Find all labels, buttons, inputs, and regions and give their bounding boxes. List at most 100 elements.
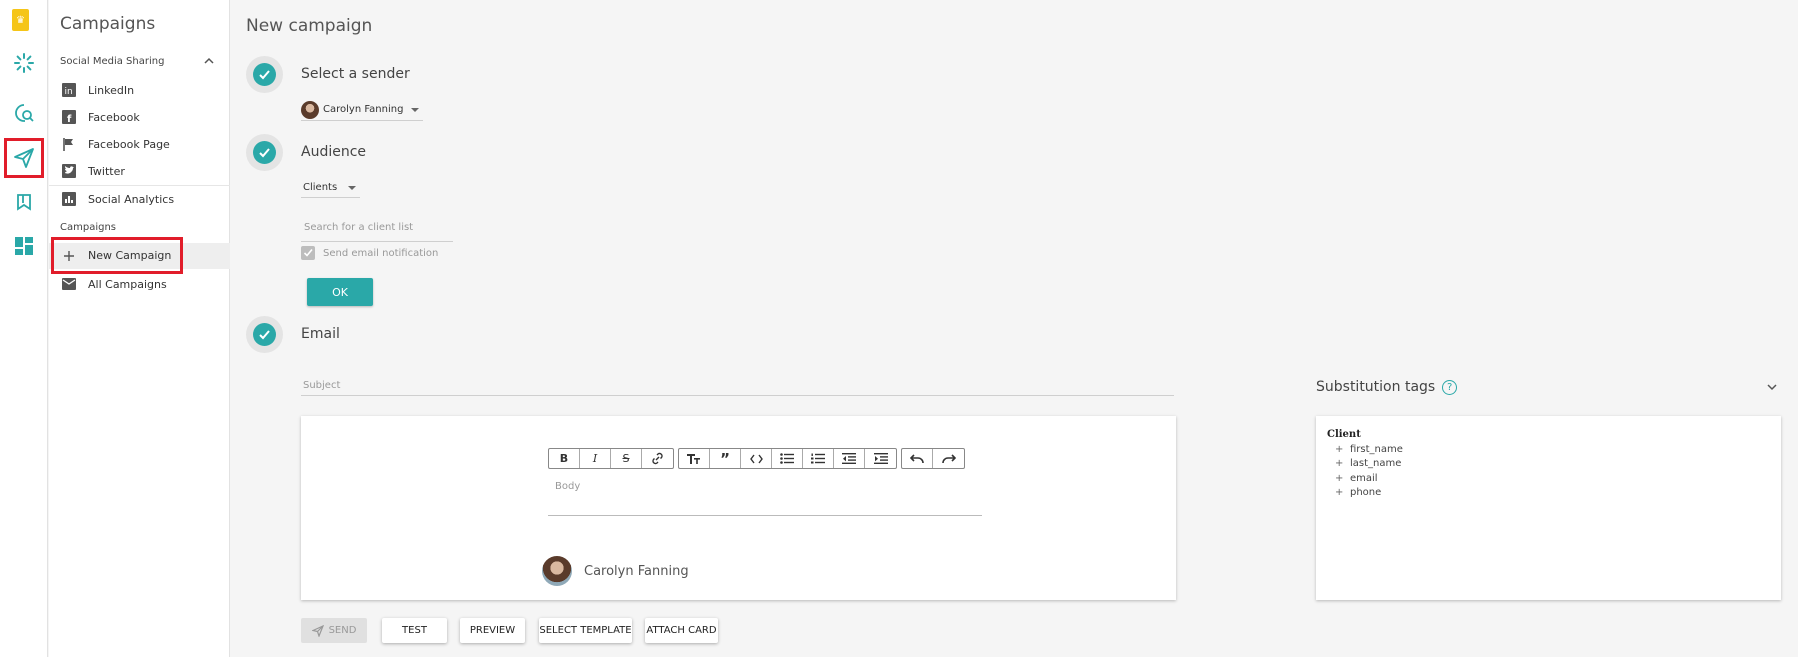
email-notification-label: Send email notification [323, 247, 439, 259]
sidebar-item-label: Twitter [88, 164, 125, 178]
sidebar-item-new-campaign[interactable]: New Campaign [51, 237, 183, 274]
subject-input[interactable] [301, 376, 1174, 396]
envelope-icon [61, 276, 77, 292]
substitution-tag[interactable]: + email [1327, 471, 1403, 486]
substitution-tag[interactable]: + first_name [1327, 442, 1403, 457]
attach-card-button[interactable]: ATTACH CARD [645, 618, 718, 643]
preview-button[interactable]: PREVIEW [460, 618, 525, 643]
svg-text:f: f [67, 114, 72, 124]
plus-icon: + [1335, 443, 1344, 455]
main-content: New campaign Select a sender Carolyn Fan… [231, 0, 1798, 657]
chat-search-icon[interactable] [4, 93, 44, 133]
outdent-icon[interactable] [834, 449, 865, 468]
send-label: SEND [328, 625, 357, 636]
sidebar-item-twitter[interactable]: Twitter [49, 158, 230, 184]
plus-icon: + [1335, 472, 1344, 484]
redo-icon[interactable] [933, 449, 964, 468]
step-check-sender [246, 56, 283, 93]
step-label-sender: Select a sender [301, 66, 410, 82]
sidebar-item-facebook-page[interactable]: Facebook Page [49, 131, 230, 157]
plus-icon: + [1335, 487, 1344, 499]
quote-icon[interactable]: ” [710, 449, 741, 468]
italic-icon[interactable]: I [580, 449, 611, 468]
bar-chart-icon [61, 191, 77, 207]
sidebar-section-social[interactable]: Social Media Sharing [60, 56, 164, 67]
test-button[interactable]: TEST [382, 618, 447, 643]
substitution-group: Client + first_name + last_name + email + ph… [1327, 429, 1403, 500]
sidebar-section-campaigns: Campaigns [60, 222, 117, 233]
check-icon [259, 70, 270, 80]
sidebar-item-label: New Campaign [88, 249, 172, 262]
toolbar-format-group: B I S [548, 448, 674, 469]
sidebar-item-facebook[interactable]: f Facebook [49, 104, 230, 130]
substitution-tag[interactable]: + phone [1327, 486, 1403, 501]
substitution-tags-panel: Client + first_name + last_name + email + ph… [1316, 416, 1781, 600]
undo-icon[interactable] [902, 449, 933, 468]
audience-select[interactable]: Clients [301, 178, 360, 198]
step-check-audience [246, 134, 283, 171]
paper-plane-icon[interactable] [4, 138, 44, 178]
text-size-icon[interactable] [679, 449, 710, 468]
numbered-list-icon[interactable] [803, 449, 834, 468]
sidebar-title: Campaigns [60, 14, 156, 34]
chevron-up-icon[interactable] [203, 55, 215, 67]
sidebar: Campaigns Social Media Sharing in Linked… [49, 0, 230, 657]
substitution-group-label: Client [1327, 429, 1361, 440]
toolbar-history-group [901, 448, 965, 469]
step-check-email [246, 316, 283, 353]
brand-logo-icon[interactable]: ♛ [12, 9, 29, 31]
flag-icon [61, 136, 77, 152]
tag-label: last_name [1350, 458, 1402, 470]
page-title: New campaign [246, 16, 373, 36]
check-icon [259, 148, 270, 158]
avatar [301, 100, 319, 119]
email-notification-checkbox-row[interactable]: Send email notification [301, 246, 438, 260]
caret-down-icon [411, 107, 419, 112]
toolbar-block-group: ” [678, 448, 897, 469]
ok-button[interactable]: OK [307, 278, 373, 306]
sidebar-item-label: Facebook [88, 110, 140, 124]
app-root: ♛ Campaigns Social Media Sharing in Link… [0, 0, 1798, 657]
facebook-icon: f [61, 109, 77, 125]
sidebar-item-social-analytics[interactable]: Social Analytics [49, 186, 230, 212]
signature: Carolyn Fanning [542, 556, 689, 586]
help-icon[interactable]: ? [1442, 379, 1458, 395]
strikethrough-icon[interactable]: S [611, 449, 642, 468]
email-editor: B I S ” Body Carolyn Fanning [301, 416, 1176, 600]
step-label-email: Email [301, 326, 340, 342]
substitution-tags-title: Substitution tags [1316, 379, 1436, 395]
substitution-tag[interactable]: + last_name [1327, 457, 1403, 472]
bookmark-flag-icon[interactable] [4, 183, 44, 223]
chevron-down-icon[interactable] [1766, 381, 1778, 393]
link-icon[interactable] [642, 449, 673, 468]
signature-name: Carolyn Fanning [584, 563, 689, 579]
sidebar-item-all-campaigns[interactable]: All Campaigns [49, 271, 230, 297]
dashboard-grid-icon[interactable] [4, 226, 44, 266]
sidebar-item-label: LinkedIn [88, 83, 135, 97]
body-field[interactable]: Body [548, 472, 982, 516]
tag-label: email [1350, 472, 1378, 484]
sidebar-item-label: Social Analytics [88, 192, 175, 206]
select-template-button[interactable]: SELECT TEMPLATE [539, 618, 632, 643]
indent-icon[interactable] [865, 449, 896, 468]
substitution-tags-header[interactable]: Substitution tags ? [1316, 379, 1458, 395]
tag-label: phone [1350, 487, 1382, 499]
sidebar-item-label: All Campaigns [88, 277, 167, 291]
plus-icon [61, 248, 77, 264]
bold-icon[interactable]: B [549, 449, 580, 468]
audience-value: Clients [303, 182, 338, 193]
sender-select[interactable]: Carolyn Fanning [301, 99, 423, 121]
paper-plane-icon [311, 624, 324, 637]
send-button[interactable]: SEND [301, 618, 367, 643]
svg-text:in: in [65, 87, 73, 97]
code-icon[interactable] [741, 449, 772, 468]
bullet-list-icon[interactable] [772, 449, 803, 468]
check-icon [259, 330, 270, 340]
plus-icon: + [1335, 458, 1344, 470]
spinner-loader-icon[interactable] [4, 43, 44, 83]
client-list-search-input[interactable] [301, 213, 453, 242]
avatar [542, 556, 572, 586]
caret-down-icon [348, 185, 356, 190]
sidebar-item-linkedin[interactable]: in LinkedIn [49, 77, 230, 103]
checkbox[interactable] [301, 246, 315, 260]
